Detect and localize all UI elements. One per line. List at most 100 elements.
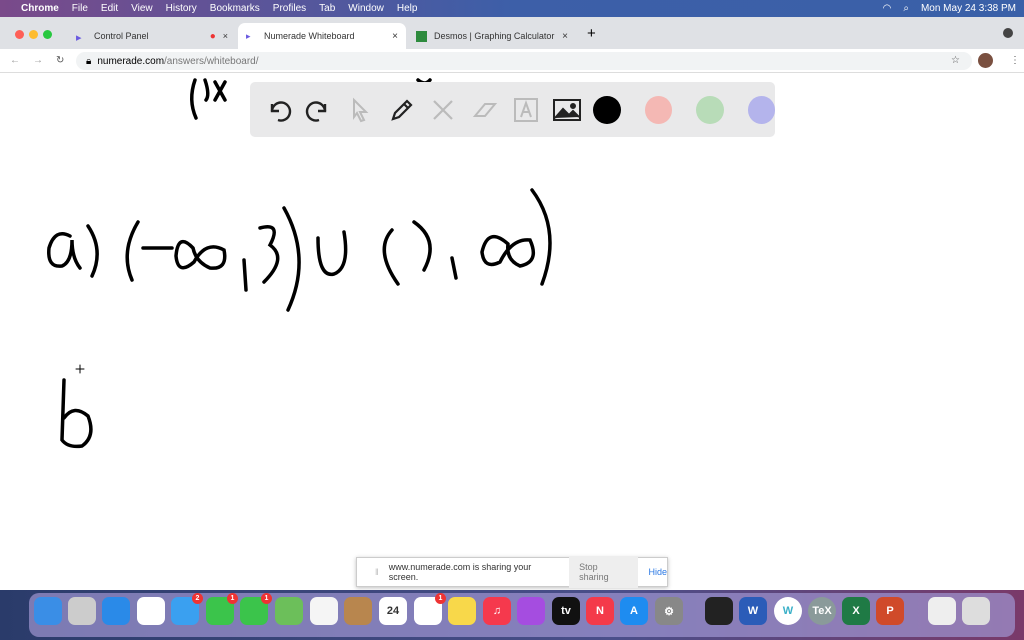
menu-tab[interactable]: Tab — [319, 3, 335, 14]
dock-whiteboard-icon[interactable]: W — [774, 597, 802, 625]
desmos-icon — [416, 30, 427, 42]
dock-app-store-icon[interactable]: A — [620, 597, 648, 625]
dock-label: TeX — [812, 605, 832, 617]
dock-label: A — [630, 605, 638, 617]
dock-tv-icon[interactable]: tv — [552, 597, 580, 625]
dock-chrome-icon[interactable] — [137, 597, 165, 625]
color-black-swatch[interactable] — [593, 95, 621, 124]
menu-history[interactable]: History — [166, 3, 197, 14]
dock-safari-icon[interactable] — [102, 597, 130, 625]
dock-label: P — [886, 605, 894, 617]
reload-icon[interactable]: ↻ — [56, 55, 64, 66]
dock-notes-icon[interactable] — [448, 597, 476, 625]
close-tab-icon[interactable]: × — [392, 31, 398, 42]
url-path: /answers/whiteboard/ — [164, 55, 259, 67]
numerade-icon: ▸ — [76, 31, 82, 44]
search-icon[interactable]: ⌕ — [903, 3, 909, 14]
color-blue-swatch[interactable] — [747, 95, 775, 124]
dock-news-icon[interactable]: N — [586, 597, 614, 625]
minimize-window-button[interactable] — [29, 30, 38, 39]
sharing-message: www.numerade.com is sharing your screen. — [388, 562, 532, 582]
back-icon[interactable]: ← — [10, 55, 20, 66]
hide-button[interactable]: Hide — [648, 567, 667, 577]
dock-mail-icon[interactable]: 2 — [171, 593, 203, 625]
text-icon[interactable] — [510, 94, 541, 126]
menu-app[interactable]: Chrome — [21, 3, 59, 14]
forward-icon[interactable]: → — [33, 55, 43, 66]
notification-badge: 1 — [261, 593, 272, 604]
wifi-icon[interactable]: ◠ — [883, 3, 892, 14]
dock-label: tv — [561, 605, 571, 617]
bookmark-star-icon[interactable]: ☆ — [951, 55, 960, 66]
tools-icon[interactable] — [428, 94, 459, 126]
dock-tex-icon[interactable]: TeX — [808, 597, 836, 625]
color-red-swatch[interactable] — [644, 95, 673, 124]
menu-help[interactable]: Help — [397, 3, 418, 14]
notification-badge: 2 — [192, 593, 203, 604]
tab-label: Desmos | Graphing Calculator — [434, 31, 555, 41]
dock-label: 24 — [386, 605, 400, 617]
dock-trash-icon[interactable] — [962, 597, 990, 625]
notification-badge: 1 — [435, 593, 446, 604]
screen-sharing-bar: ‖ www.numerade.com is sharing your scree… — [356, 556, 668, 588]
menu-edit[interactable]: Edit — [101, 3, 118, 14]
more-icon[interactable]: ⋮ — [1010, 55, 1020, 66]
eraser-icon[interactable] — [469, 94, 500, 126]
drag-handle-icon[interactable]: ‖ — [375, 567, 379, 577]
whiteboard-toolbar — [250, 82, 775, 137]
tab-label: Control Panel — [94, 31, 149, 41]
clock[interactable]: Mon May 24 3:38 PM — [921, 3, 1016, 14]
stop-sharing-button[interactable]: Stop sharing — [569, 556, 639, 588]
menu-view[interactable]: View — [131, 3, 153, 14]
tab-control-panel[interactable]: ▸ Control Panel ● × — [68, 23, 236, 49]
handwriting-part-b — [60, 378, 93, 449]
dock-messages-icon[interactable]: 1 — [240, 593, 272, 625]
dock-label: X — [852, 605, 860, 617]
dock-photos-icon[interactable] — [310, 597, 338, 625]
color-green-swatch[interactable] — [696, 95, 724, 124]
handwriting-part-a — [47, 188, 552, 312]
dock-excel-icon[interactable]: X — [842, 597, 870, 625]
menu-bookmarks[interactable]: Bookmarks — [210, 3, 260, 14]
new-tab-button[interactable]: + — [587, 25, 596, 42]
dock-contacts-icon[interactable] — [344, 597, 372, 625]
undo-icon[interactable] — [262, 94, 293, 126]
image-icon[interactable] — [552, 94, 583, 126]
menu-file[interactable]: File — [72, 3, 88, 14]
zoom-window-button[interactable] — [43, 30, 52, 39]
dock-label: ♫ — [492, 605, 502, 617]
dock-system-preferences-icon[interactable]: ⚙ — [655, 597, 683, 625]
profile-menu-icon[interactable] — [1003, 28, 1013, 38]
whiteboard-canvas[interactable] — [0, 74, 1024, 594]
crosshair-cursor-icon — [75, 364, 85, 374]
dock-music-icon[interactable]: ♫ — [483, 597, 511, 625]
dock-podcasts-icon[interactable] — [517, 597, 545, 625]
tab-desmos[interactable]: Desmos | Graphing Calculator × — [408, 23, 576, 49]
tab-label: Numerade Whiteboard — [264, 31, 355, 41]
dock-word-icon[interactable]: W — [739, 597, 767, 625]
dock-document-icon[interactable] — [928, 597, 956, 625]
url-domain: numerade.com — [97, 55, 165, 67]
dock-facetime-icon[interactable]: 1 — [206, 593, 238, 625]
dock-activity-monitor-icon[interactable] — [705, 597, 733, 625]
pointer-icon[interactable] — [345, 94, 376, 126]
dock-finder-icon[interactable] — [34, 597, 62, 625]
dock-maps-icon[interactable] — [275, 597, 303, 625]
close-window-button[interactable] — [15, 30, 24, 39]
avatar[interactable] — [978, 53, 993, 68]
close-tab-icon[interactable]: × — [562, 31, 568, 42]
dock-launchpad-icon[interactable] — [68, 597, 96, 625]
lock-icon: 🔒︎ — [86, 55, 92, 67]
pen-icon[interactable] — [386, 94, 417, 126]
menu-window[interactable]: Window — [348, 3, 384, 14]
dock-powerpoint-icon[interactable]: P — [876, 597, 904, 625]
redo-icon[interactable] — [303, 94, 334, 126]
tab-numerade-whiteboard[interactable]: ▸ Numerade Whiteboard × — [238, 23, 406, 49]
dock-reminders-icon[interactable]: 1 — [414, 593, 446, 625]
close-tab-icon[interactable]: × — [223, 31, 228, 41]
dock-label: ⚙ — [664, 605, 674, 618]
notification-badge: 1 — [227, 593, 238, 604]
url-field[interactable]: 🔒︎ numerade.com/answers/whiteboard/ — [76, 52, 972, 70]
dock-calendar-icon[interactable]: 24 — [379, 597, 407, 625]
menu-profiles[interactable]: Profiles — [273, 3, 306, 14]
